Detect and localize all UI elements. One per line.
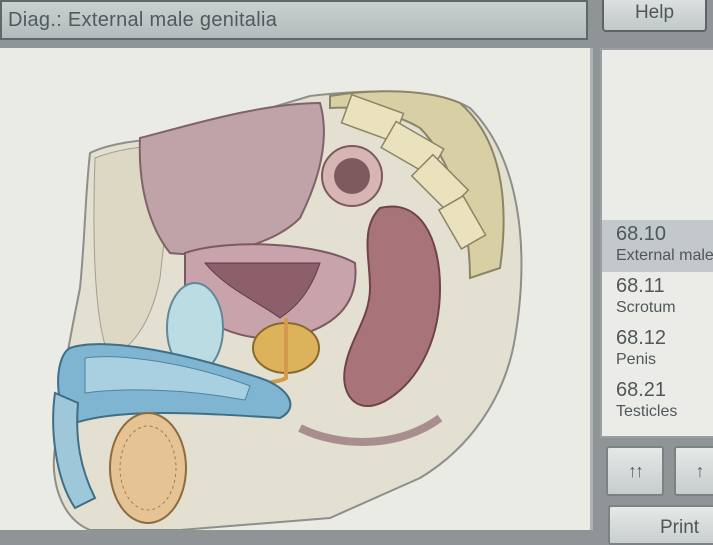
- print-button[interactable]: Print: [608, 505, 713, 545]
- code-number: 68.21: [616, 379, 667, 401]
- up-arrow-icon: ↑: [695, 460, 705, 481]
- code-number: 68.11: [616, 275, 665, 297]
- code-item-68-21[interactable]: 68.21 Testicles: [602, 376, 713, 428]
- diagnosis-title: Diag.: External male genitalia: [8, 8, 278, 31]
- code-label: External male genitalia: [616, 247, 713, 264]
- code-list: 68.10 External male genitalia 68.11 Scro…: [602, 220, 713, 428]
- code-number: 68.12: [616, 327, 667, 349]
- code-item-68-11[interactable]: 68.11 Scrotum: [602, 272, 713, 324]
- anatomy-diagram: [52, 90, 523, 530]
- code-list-panel: 68.10 External male genitalia 68.11 Scro…: [600, 48, 713, 438]
- help-button[interactable]: Help: [602, 0, 707, 32]
- testicle: [109, 412, 187, 524]
- title-bar: Diag.: External male genitalia: [0, 0, 588, 40]
- code-item-68-10[interactable]: 68.10 External male genitalia: [602, 220, 713, 272]
- code-label: Penis: [616, 351, 657, 368]
- scroll-up-button[interactable]: ↑: [674, 446, 713, 496]
- double-up-arrow-icon: ↑↑: [628, 460, 644, 481]
- code-item-68-12[interactable]: 68.12 Penis: [602, 324, 713, 376]
- code-number: 68.10: [616, 223, 667, 245]
- page-up-button[interactable]: ↑↑: [606, 446, 664, 496]
- image-panel: [0, 48, 593, 530]
- code-label: Testicles: [616, 403, 678, 420]
- code-label: Scrotum: [616, 299, 676, 316]
